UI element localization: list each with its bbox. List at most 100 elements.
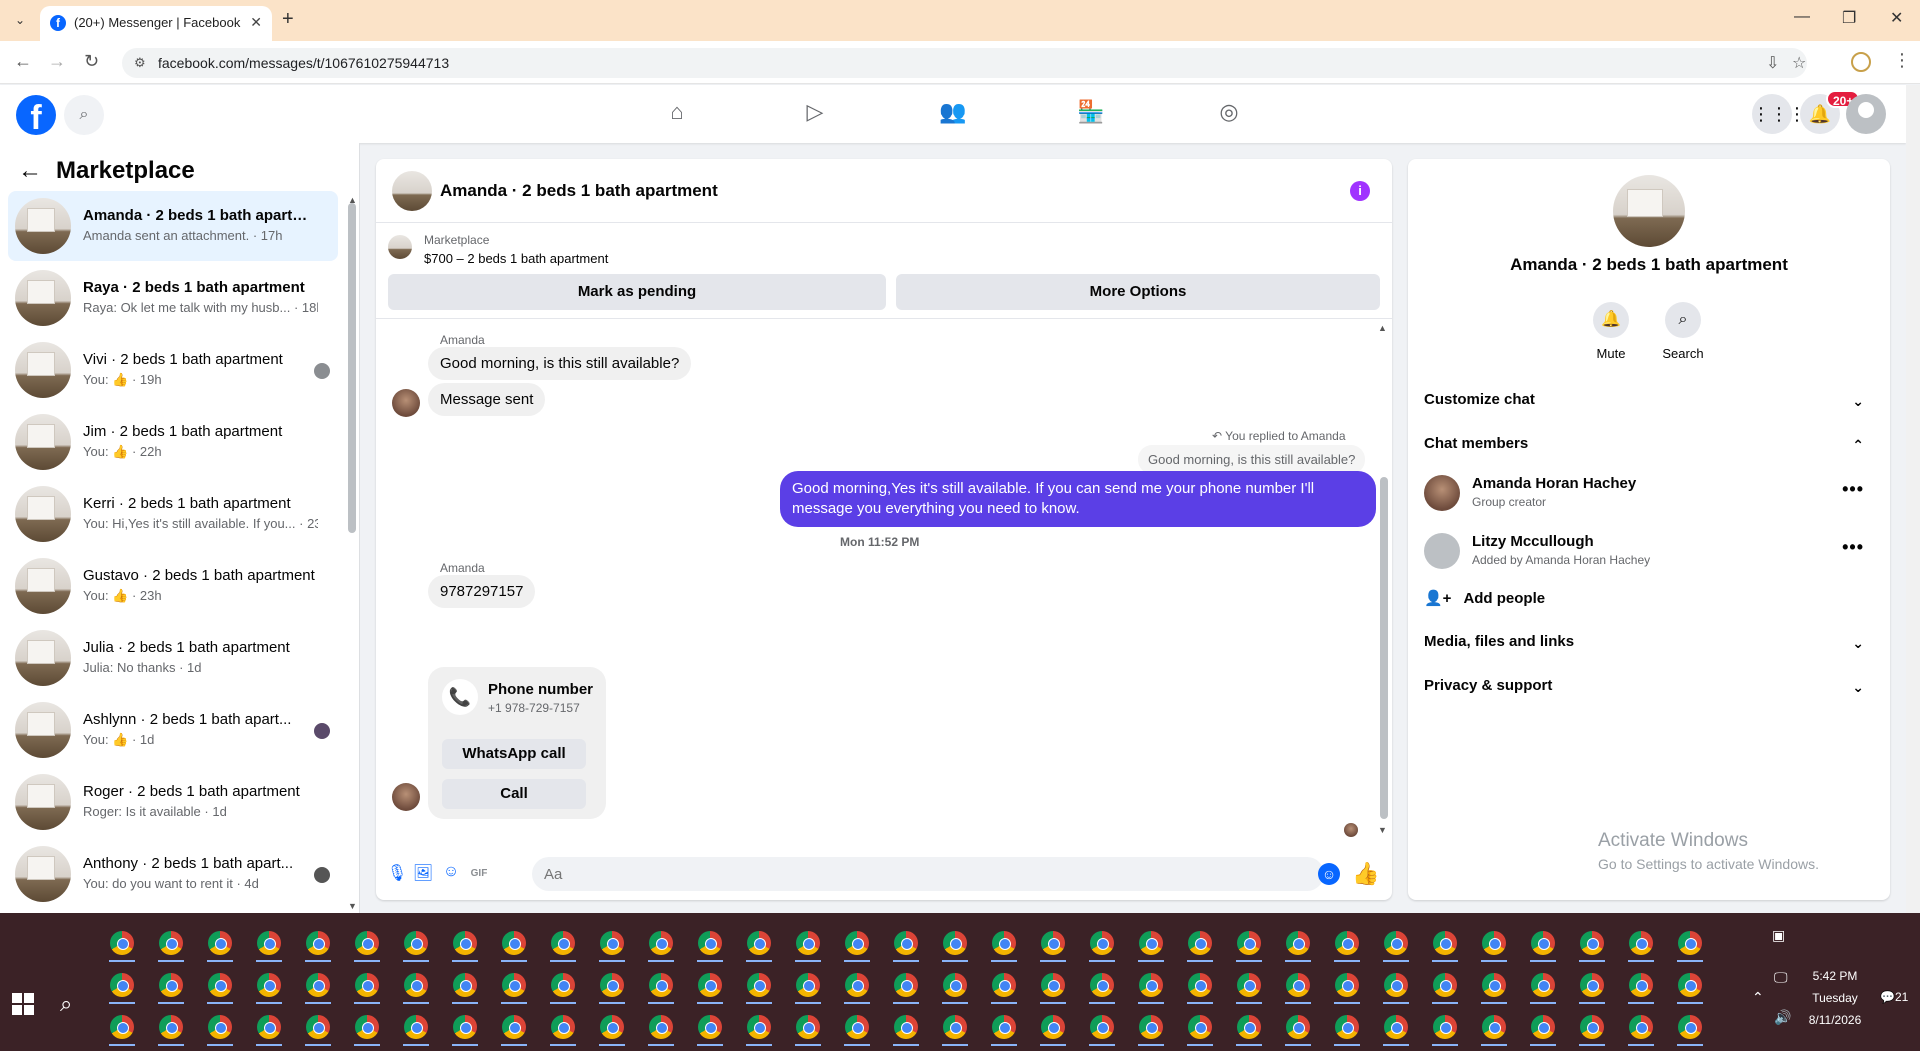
list-item[interactable]: Amanda · 2 beds 1 bath apartme... Amanda…	[8, 191, 338, 261]
chrome-app-icon[interactable]	[208, 1015, 232, 1039]
list-item[interactable]: Kerri · 2 beds 1 bath apartment You: Hi,…	[8, 479, 338, 549]
scroll-down-icon[interactable]: ▼	[348, 901, 357, 911]
chrome-app-icon[interactable]	[306, 1015, 330, 1039]
chrome-app-icon[interactable]	[1286, 1015, 1310, 1039]
message-scrollbar[interactable]	[1380, 477, 1388, 819]
more-options-button[interactable]: More Options	[896, 274, 1380, 310]
chat-thumbnail[interactable]	[392, 171, 432, 211]
chrome-app-icon[interactable]	[894, 1015, 918, 1039]
conversation-list-scrollbar[interactable]	[348, 203, 356, 533]
install-app-icon[interactable]: ⇩	[1766, 53, 1779, 73]
chrome-app-icon[interactable]	[1335, 931, 1359, 955]
list-item[interactable]: Raya · 2 beds 1 bath apartment Raya: Ok …	[8, 263, 338, 333]
chrome-app-icon[interactable]	[502, 931, 526, 955]
chrome-app-icon[interactable]	[1188, 931, 1212, 955]
chrome-app-icon[interactable]	[355, 1015, 379, 1039]
chrome-app-icon[interactable]	[306, 931, 330, 955]
chrome-app-icon[interactable]	[1384, 931, 1408, 955]
chrome-app-icon[interactable]	[1580, 973, 1604, 997]
search-conversation-button[interactable]: ⌕ Search	[1648, 302, 1718, 361]
chrome-app-icon[interactable]	[698, 973, 722, 997]
chrome-app-icon[interactable]	[1678, 973, 1702, 997]
groups-icon[interactable]: ◎	[1209, 99, 1249, 129]
chrome-app-icon[interactable]	[649, 1015, 673, 1039]
home-icon[interactable]: ⌂	[657, 99, 697, 129]
chrome-app-icon[interactable]	[1531, 973, 1555, 997]
message-input[interactable]	[532, 857, 1324, 891]
back-arrow-icon[interactable]: ←	[14, 51, 32, 72]
more-options-icon[interactable]: •••	[1842, 479, 1864, 500]
chrome-app-icon[interactable]	[747, 973, 771, 997]
friends-icon[interactable]: 👥	[933, 99, 973, 129]
chrome-app-icon[interactable]	[649, 973, 673, 997]
chrome-app-icon[interactable]	[1237, 931, 1261, 955]
chrome-app-icon[interactable]	[1580, 1015, 1604, 1039]
chrome-app-icon[interactable]	[1629, 931, 1653, 955]
chrome-app-icon[interactable]	[159, 931, 183, 955]
chrome-app-icon[interactable]	[1384, 1015, 1408, 1039]
call-button[interactable]: Call	[442, 779, 586, 809]
chrome-app-icon[interactable]	[1482, 931, 1506, 955]
chat-profile-thumbnail[interactable]	[1613, 175, 1685, 247]
list-item[interactable]: Julia · 2 beds 1 bath apartment Julia: N…	[8, 623, 338, 693]
customize-chat-row[interactable]: Customize chat ⌄	[1424, 391, 1874, 421]
list-item[interactable]: Jim · 2 beds 1 bath apartment You: 👍 · 2…	[8, 407, 338, 477]
chrome-app-icon[interactable]	[110, 1015, 134, 1039]
chrome-app-icon[interactable]	[1286, 973, 1310, 997]
chrome-app-icon[interactable]	[1433, 1015, 1457, 1039]
chrome-app-icon[interactable]	[1188, 1015, 1212, 1039]
chrome-app-icon[interactable]	[1237, 1015, 1261, 1039]
chrome-app-icon[interactable]	[502, 973, 526, 997]
show-hidden-icons-chevron-icon[interactable]: ⌃	[1752, 989, 1764, 1006]
chrome-app-icon[interactable]	[355, 973, 379, 997]
whatsapp-call-button[interactable]: WhatsApp call	[442, 739, 586, 769]
chrome-app-icon[interactable]	[1384, 973, 1408, 997]
privacy-support-row[interactable]: Privacy & support ⌄	[1424, 677, 1874, 707]
chrome-app-icon[interactable]	[1237, 973, 1261, 997]
chrome-app-icon[interactable]	[1041, 931, 1065, 955]
mute-button[interactable]: 🔔 Mute	[1576, 302, 1646, 361]
notification-center-icon[interactable]: 💬21	[1880, 990, 1908, 1004]
emoji-icon[interactable]: ☺	[1318, 863, 1340, 885]
chrome-app-icon[interactable]	[992, 1015, 1016, 1039]
page-scrollbar[interactable]	[1906, 85, 1920, 913]
search-icon[interactable]: ⌕	[64, 95, 104, 135]
info-icon[interactable]: i	[1350, 181, 1370, 201]
new-tab-plus-icon[interactable]: +	[282, 8, 294, 31]
media-files-row[interactable]: Media, files and links ⌄	[1424, 633, 1874, 663]
chrome-app-icon[interactable]	[453, 931, 477, 955]
menu-grid-icon[interactable]: ⋮⋮⋮	[1752, 94, 1806, 134]
chrome-app-icon[interactable]	[600, 1015, 624, 1039]
chrome-app-icon[interactable]	[796, 931, 820, 955]
chrome-app-icon[interactable]	[1678, 1015, 1702, 1039]
chrome-app-icon[interactable]	[1286, 931, 1310, 955]
chrome-app-icon[interactable]	[1139, 1015, 1163, 1039]
chrome-app-icon[interactable]	[159, 1015, 183, 1039]
chrome-app-icon[interactable]	[1188, 973, 1212, 997]
photo-icon[interactable]: 🖼	[412, 863, 434, 885]
sender-avatar[interactable]	[392, 389, 420, 417]
chrome-app-icon[interactable]	[502, 1015, 526, 1039]
video-icon[interactable]: ▷	[795, 99, 835, 129]
chrome-app-icon[interactable]	[110, 931, 134, 955]
chrome-app-icon[interactable]	[1041, 973, 1065, 997]
quoted-message[interactable]: Good morning, is this still available?	[1138, 445, 1366, 474]
chrome-app-icon[interactable]	[845, 931, 869, 955]
chrome-app-icon[interactable]	[1433, 931, 1457, 955]
chat-title[interactable]: Amanda · 2 beds 1 bath apartment	[440, 181, 718, 201]
sticker-icon[interactable]: ☺	[440, 863, 462, 885]
chrome-app-icon[interactable]	[453, 1015, 477, 1039]
chrome-app-icon[interactable]	[1041, 1015, 1065, 1039]
chrome-app-icon[interactable]	[1678, 931, 1702, 955]
chrome-app-icon[interactable]	[796, 973, 820, 997]
chrome-app-icon[interactable]	[747, 1015, 771, 1039]
list-item[interactable]: Vivi · 2 beds 1 bath apartment You: 👍 · …	[8, 335, 338, 405]
chrome-app-icon[interactable]	[992, 931, 1016, 955]
chat-members-row[interactable]: Chat members ⌃	[1424, 435, 1874, 465]
task-view-icon[interactable]: ▣	[1772, 927, 1785, 944]
chrome-app-icon[interactable]	[355, 931, 379, 955]
chrome-app-icon[interactable]	[796, 1015, 820, 1039]
chrome-app-icon[interactable]	[845, 973, 869, 997]
chrome-app-icon[interactable]	[698, 1015, 722, 1039]
list-item[interactable]: Ashlynn · 2 beds 1 bath apart... You: 👍 …	[8, 695, 338, 765]
